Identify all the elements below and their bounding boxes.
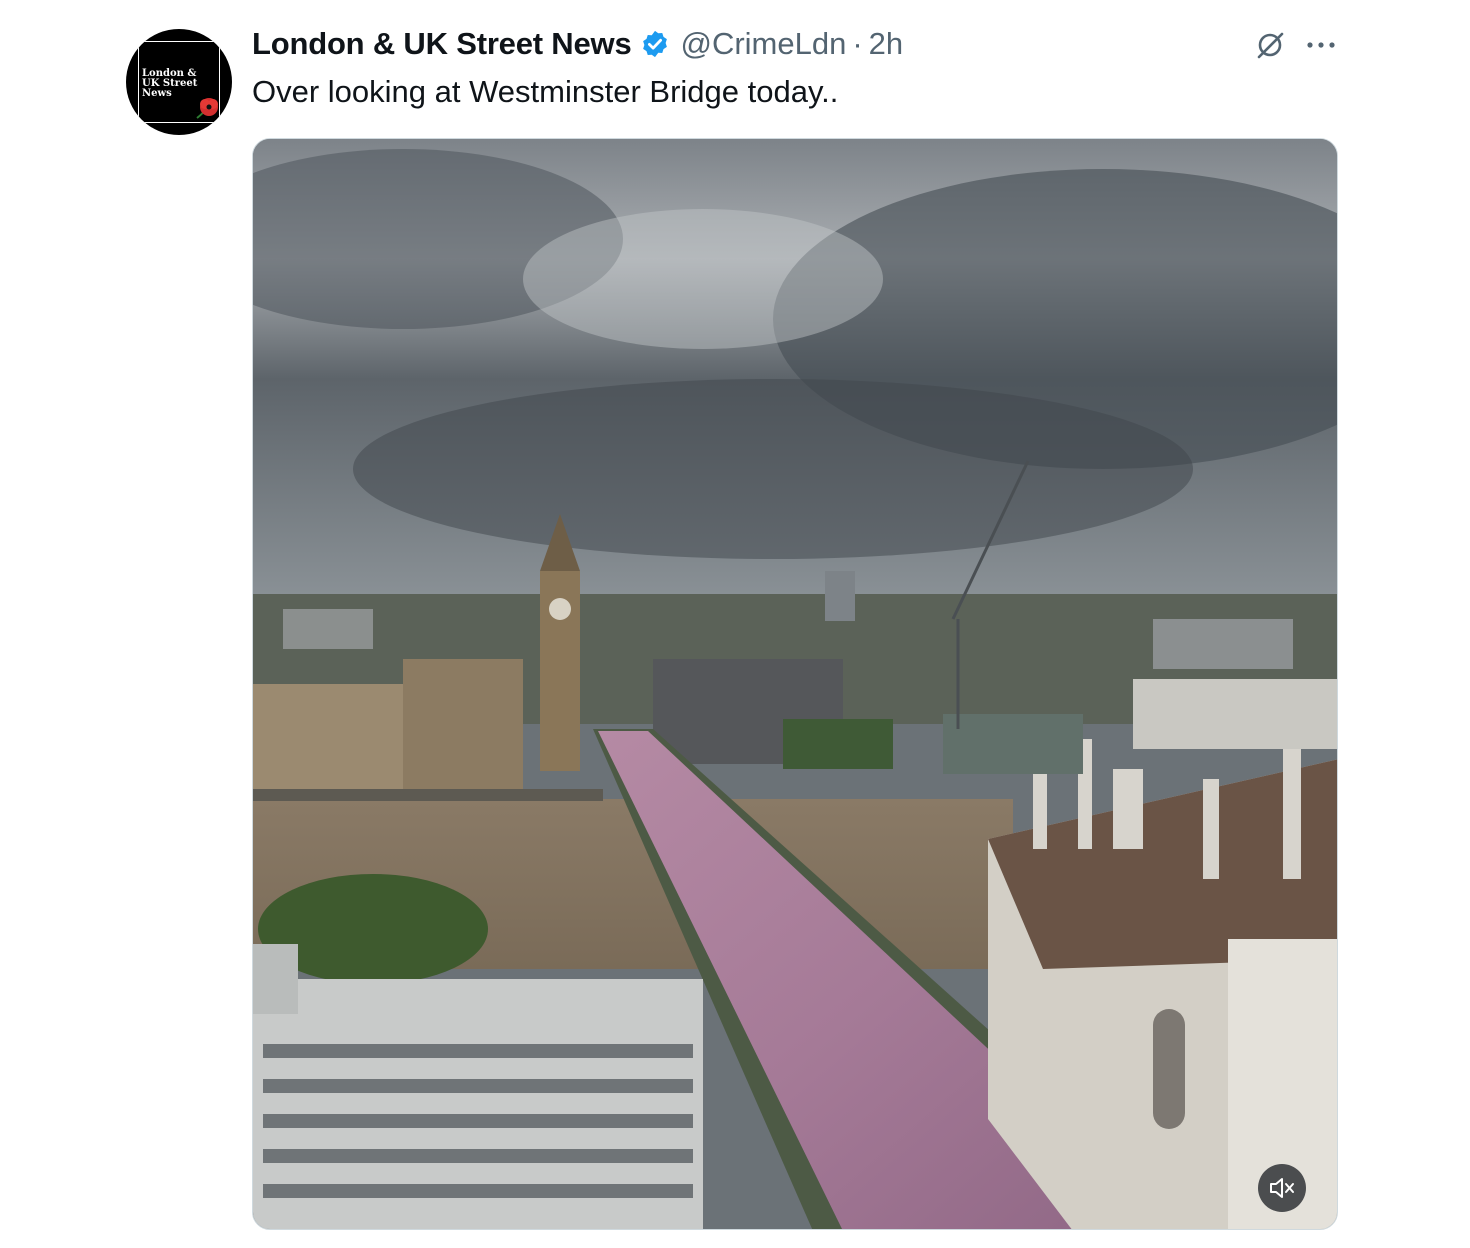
tweet-timestamp[interactable]: 2h (869, 26, 903, 62)
grok-icon (1257, 32, 1284, 59)
grok-button[interactable] (1253, 28, 1287, 62)
mute-toggle-button[interactable] (1258, 1164, 1306, 1212)
volume-muted-icon (1270, 1178, 1294, 1198)
poppy-icon (196, 98, 218, 119)
author-handle[interactable]: @CrimeLdn (680, 26, 846, 62)
header-separator: · (852, 26, 863, 61)
tweet-video[interactable] (252, 138, 1338, 1230)
author-avatar[interactable]: London & UK Street News (126, 29, 232, 135)
video-frame (253, 139, 1337, 1229)
verified-badge-icon (643, 30, 668, 58)
more-options-button[interactable] (1305, 30, 1337, 60)
more-horizontal-icon (1307, 42, 1335, 48)
tweet-text: Over looking at Westminster Bridge today… (252, 74, 839, 109)
avatar-logo-text: London & UK Street News (142, 68, 198, 99)
tweet-header: London & UK Street News @CrimeLdn · 2h (252, 24, 903, 64)
author-display-name[interactable]: London & UK Street News (252, 26, 632, 62)
tweet[interactable]: London & UK Street News London & UK Stre… (0, 0, 1470, 1248)
